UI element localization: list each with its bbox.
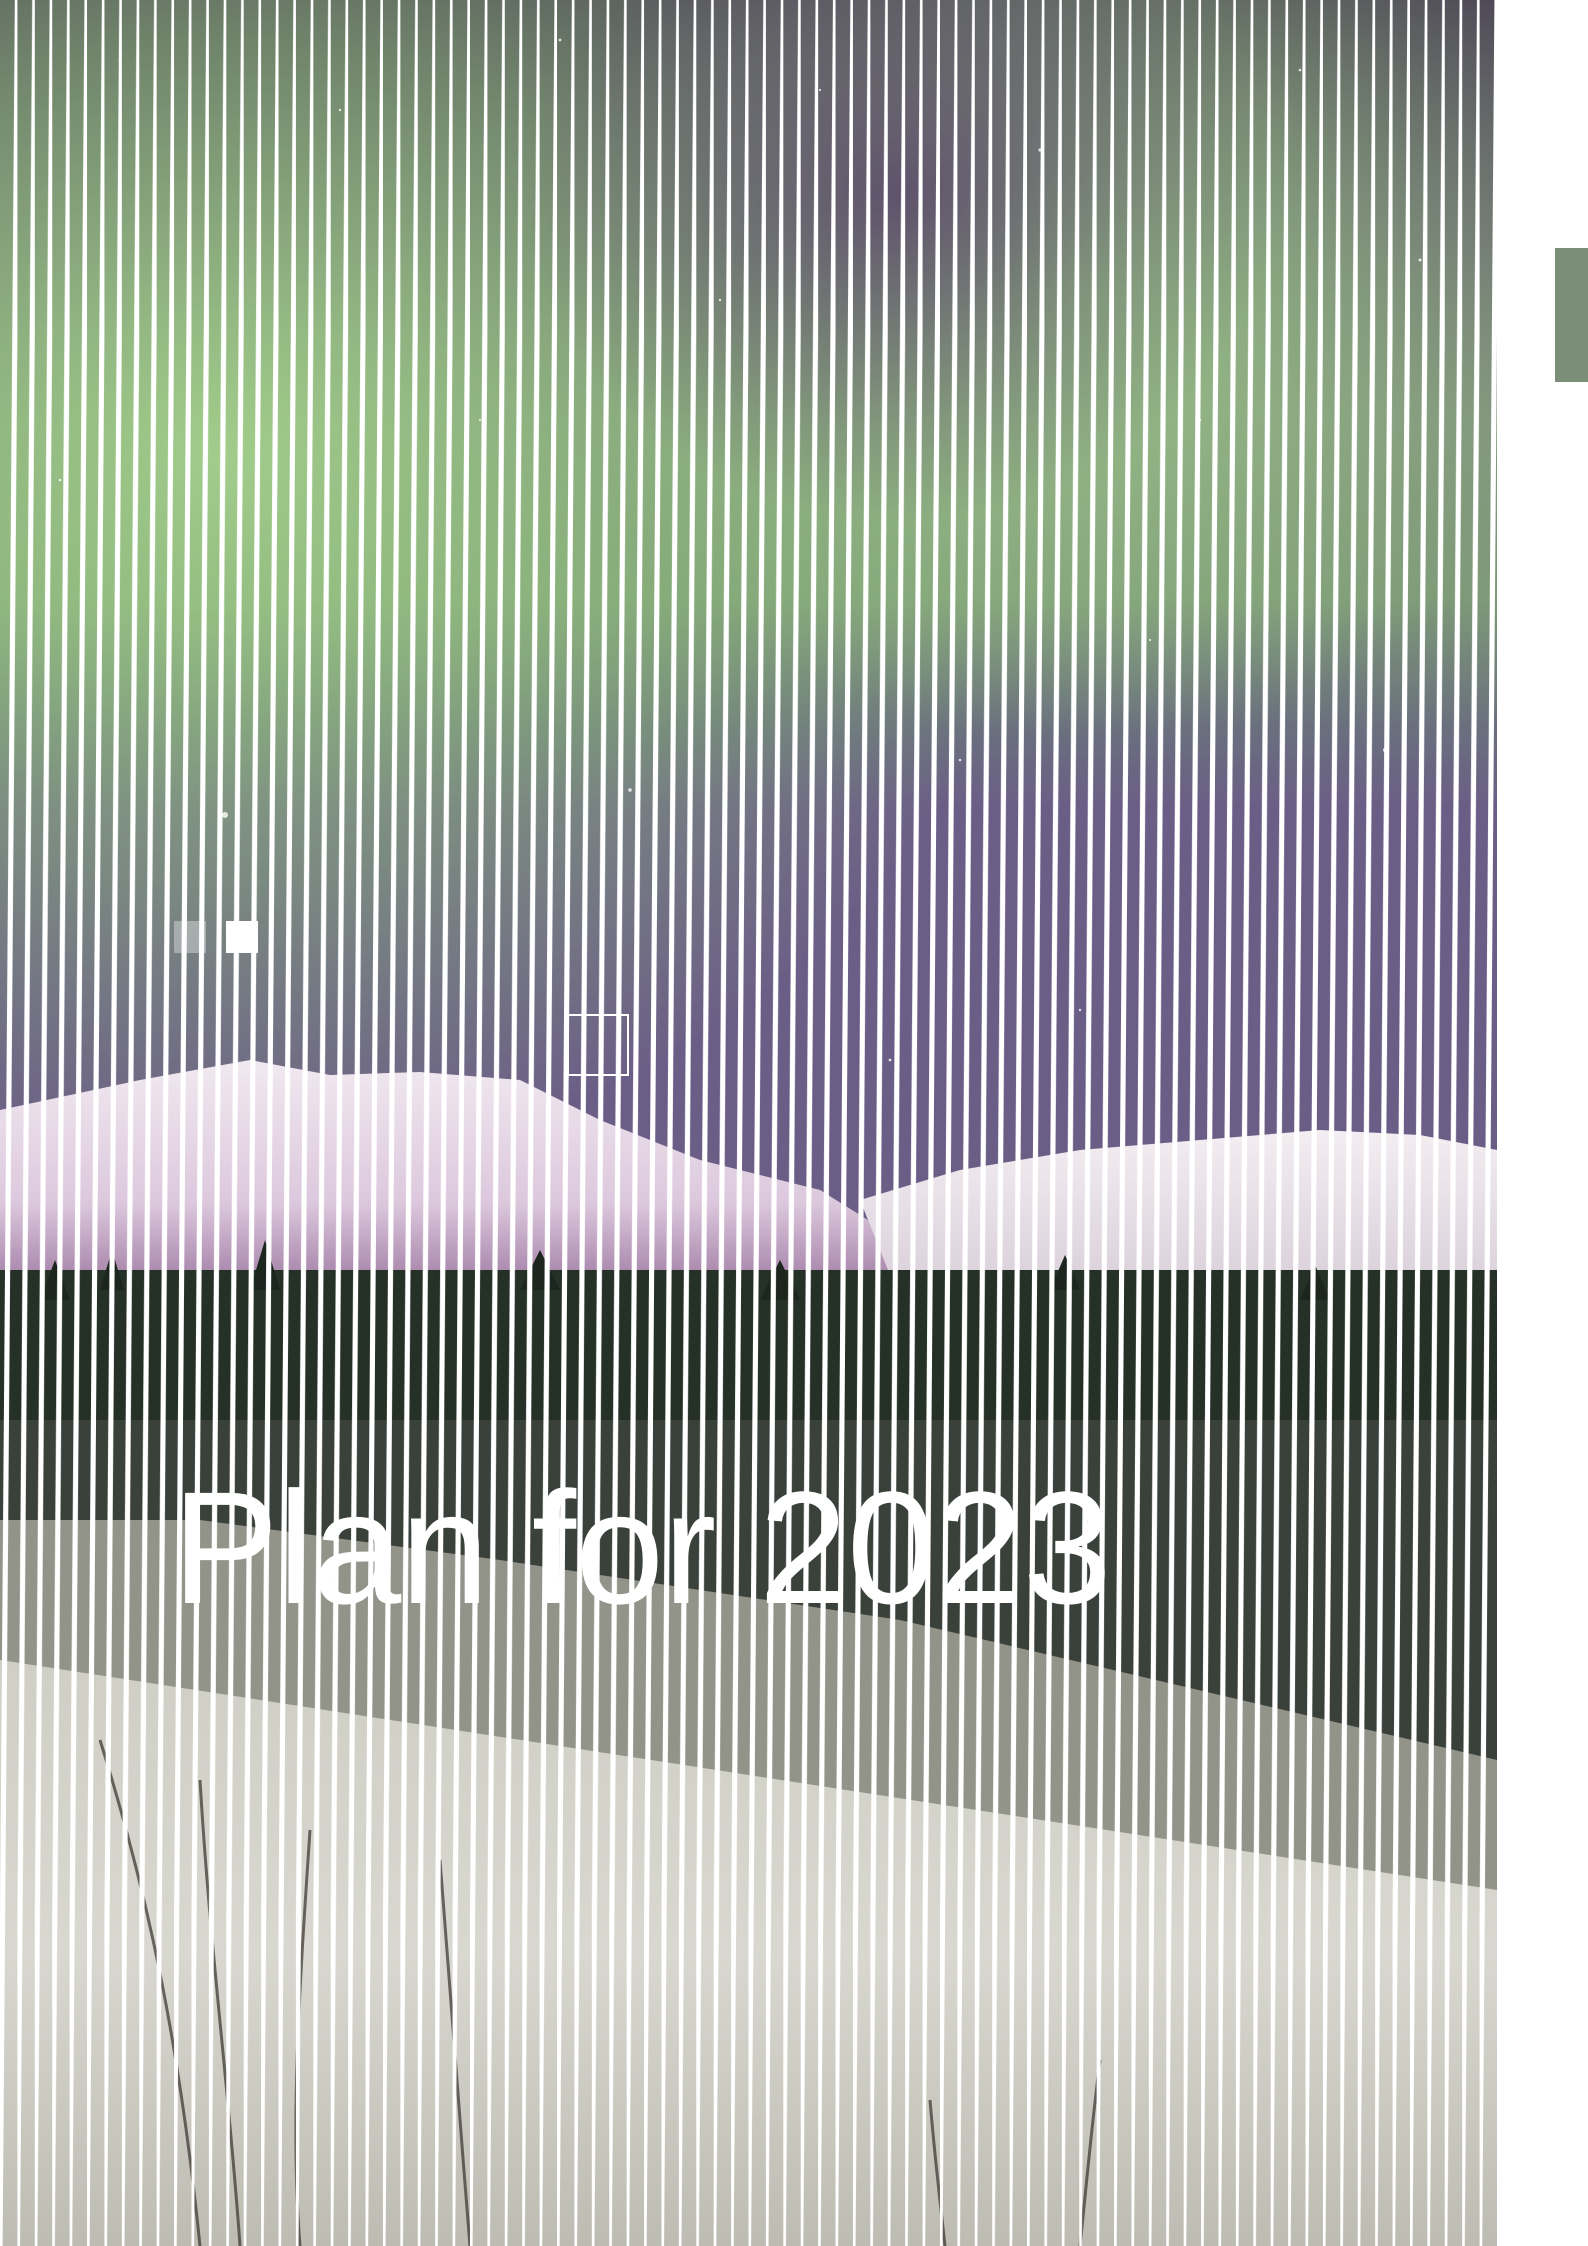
cover-title: Plan for 2023 <box>172 1458 1112 1637</box>
side-tab-marker <box>1555 248 1588 382</box>
cover-page: Plan for 2023 <box>0 0 1588 2246</box>
aurora-landscape-photo: Plan for 2023 <box>0 0 1497 2246</box>
solid-square-decoration <box>226 921 258 953</box>
hatch-line-decoration <box>0 0 1497 2246</box>
outline-square-decoration <box>567 1014 629 1076</box>
light-square-decoration <box>174 921 206 953</box>
